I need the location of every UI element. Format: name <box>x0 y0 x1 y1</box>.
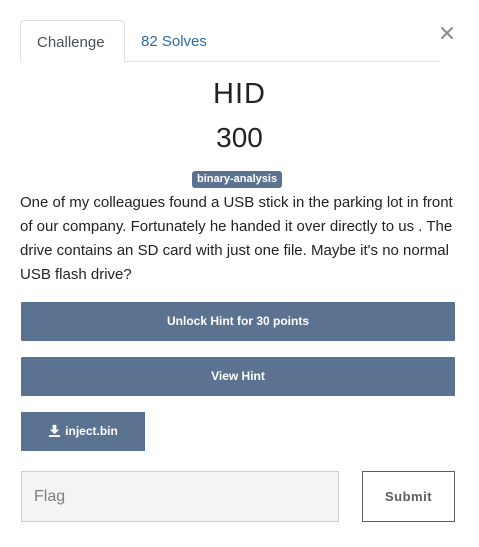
close-icon <box>441 27 453 39</box>
tab-solves[interactable]: 82 Solves <box>125 20 223 63</box>
challenge-points: 300 <box>216 122 263 153</box>
file-name: inject.bin <box>65 424 118 438</box>
challenge-description: One of my colleagues found a USB stick i… <box>20 194 453 283</box>
unlock-hint-button[interactable]: Unlock Hint for 30 points <box>21 302 455 341</box>
flag-input[interactable] <box>21 471 339 522</box>
submit-button[interactable]: Submit <box>362 471 455 522</box>
file-download-button[interactable]: inject.bin <box>21 412 145 451</box>
download-icon <box>49 424 61 437</box>
view-hint-button[interactable]: View Hint <box>21 357 455 396</box>
tab-challenge[interactable]: Challenge <box>20 20 125 63</box>
challenge-tabs: Challenge 82 Solves <box>20 20 440 63</box>
category-badge: binary-analysis <box>192 171 283 188</box>
challenge-title: HID <box>213 78 266 110</box>
